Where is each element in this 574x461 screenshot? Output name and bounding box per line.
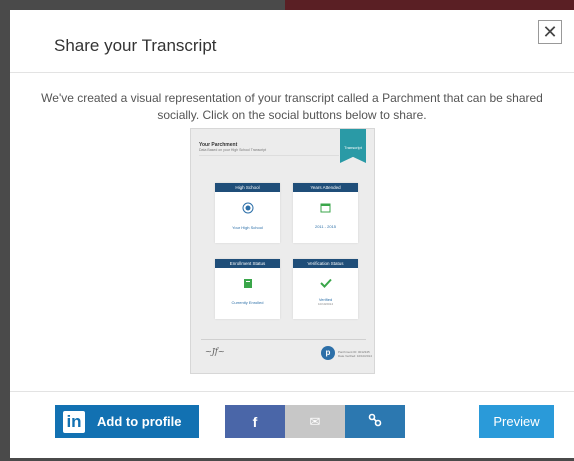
close-button[interactable]: ✕ [538,20,562,44]
email-share-button[interactable]: ✉ [285,405,345,438]
tile-heading: Verification Status [293,259,358,268]
parchment-preview: Your Parchment Data Based on your High S… [190,128,375,374]
copy-link-button[interactable] [345,405,405,438]
calendar-icon [293,202,358,216]
facebook-icon: f [252,413,258,430]
tile-years-attended: Years Attended 2011 - 2015 [293,183,358,243]
tile-high-school: High School Your High School [215,183,280,243]
modal-title: Share your Transcript [54,36,217,55]
parchment-subtitle: Data Based on your High School Transcrip… [199,148,267,152]
link-icon [368,413,382,430]
parchment-divider [199,155,339,156]
linkedin-add-to-profile-button[interactable]: in Add to profile [55,405,199,438]
header-divider [10,72,574,73]
tile-heading: Years Attended [293,183,358,192]
email-icon: ✉ [309,413,321,429]
preview-button[interactable]: Preview [479,405,554,438]
backdrop [285,0,574,10]
tile-subvalue: 10/10/2014 [317,302,333,306]
tile-value: Your High School [232,225,263,230]
linkedin-icon: in [63,410,85,433]
tile-heading: Enrollment Status [215,259,280,268]
parchment-footer-divider [201,339,366,340]
book-icon [215,278,280,292]
school-seal-icon [215,202,280,217]
facebook-share-button[interactable]: f [225,405,285,438]
share-transcript-modal: Share your Transcript ✕ We've created a … [10,10,574,458]
parchment-logo-icon: p [321,346,335,360]
footer-divider [10,391,574,392]
logo-text-line-2: Date Verified: 10/10/2014 [338,354,372,358]
tile-value: 2011 - 2015 [314,224,337,229]
parchment-logo-text: Parchment ID: 0012345 Date Verified: 10/… [338,350,372,358]
transcript-ribbon: Transcript [340,129,366,163]
tile-value: Currently Enrolled [231,300,264,305]
tile-verification-status: Verification Status Verified 10/10/2014 [293,259,358,319]
close-icon: ✕ [542,21,558,42]
signature-image: ~Jf~ [205,347,225,356]
modal-description: We've created a visual representation of… [41,91,543,122]
checkmark-icon [293,278,358,291]
tile-enrollment-status: Enrollment Status Currently Enrolled [215,259,280,319]
linkedin-button-label: Add to profile [97,414,182,429]
tile-heading: High School [215,183,280,192]
